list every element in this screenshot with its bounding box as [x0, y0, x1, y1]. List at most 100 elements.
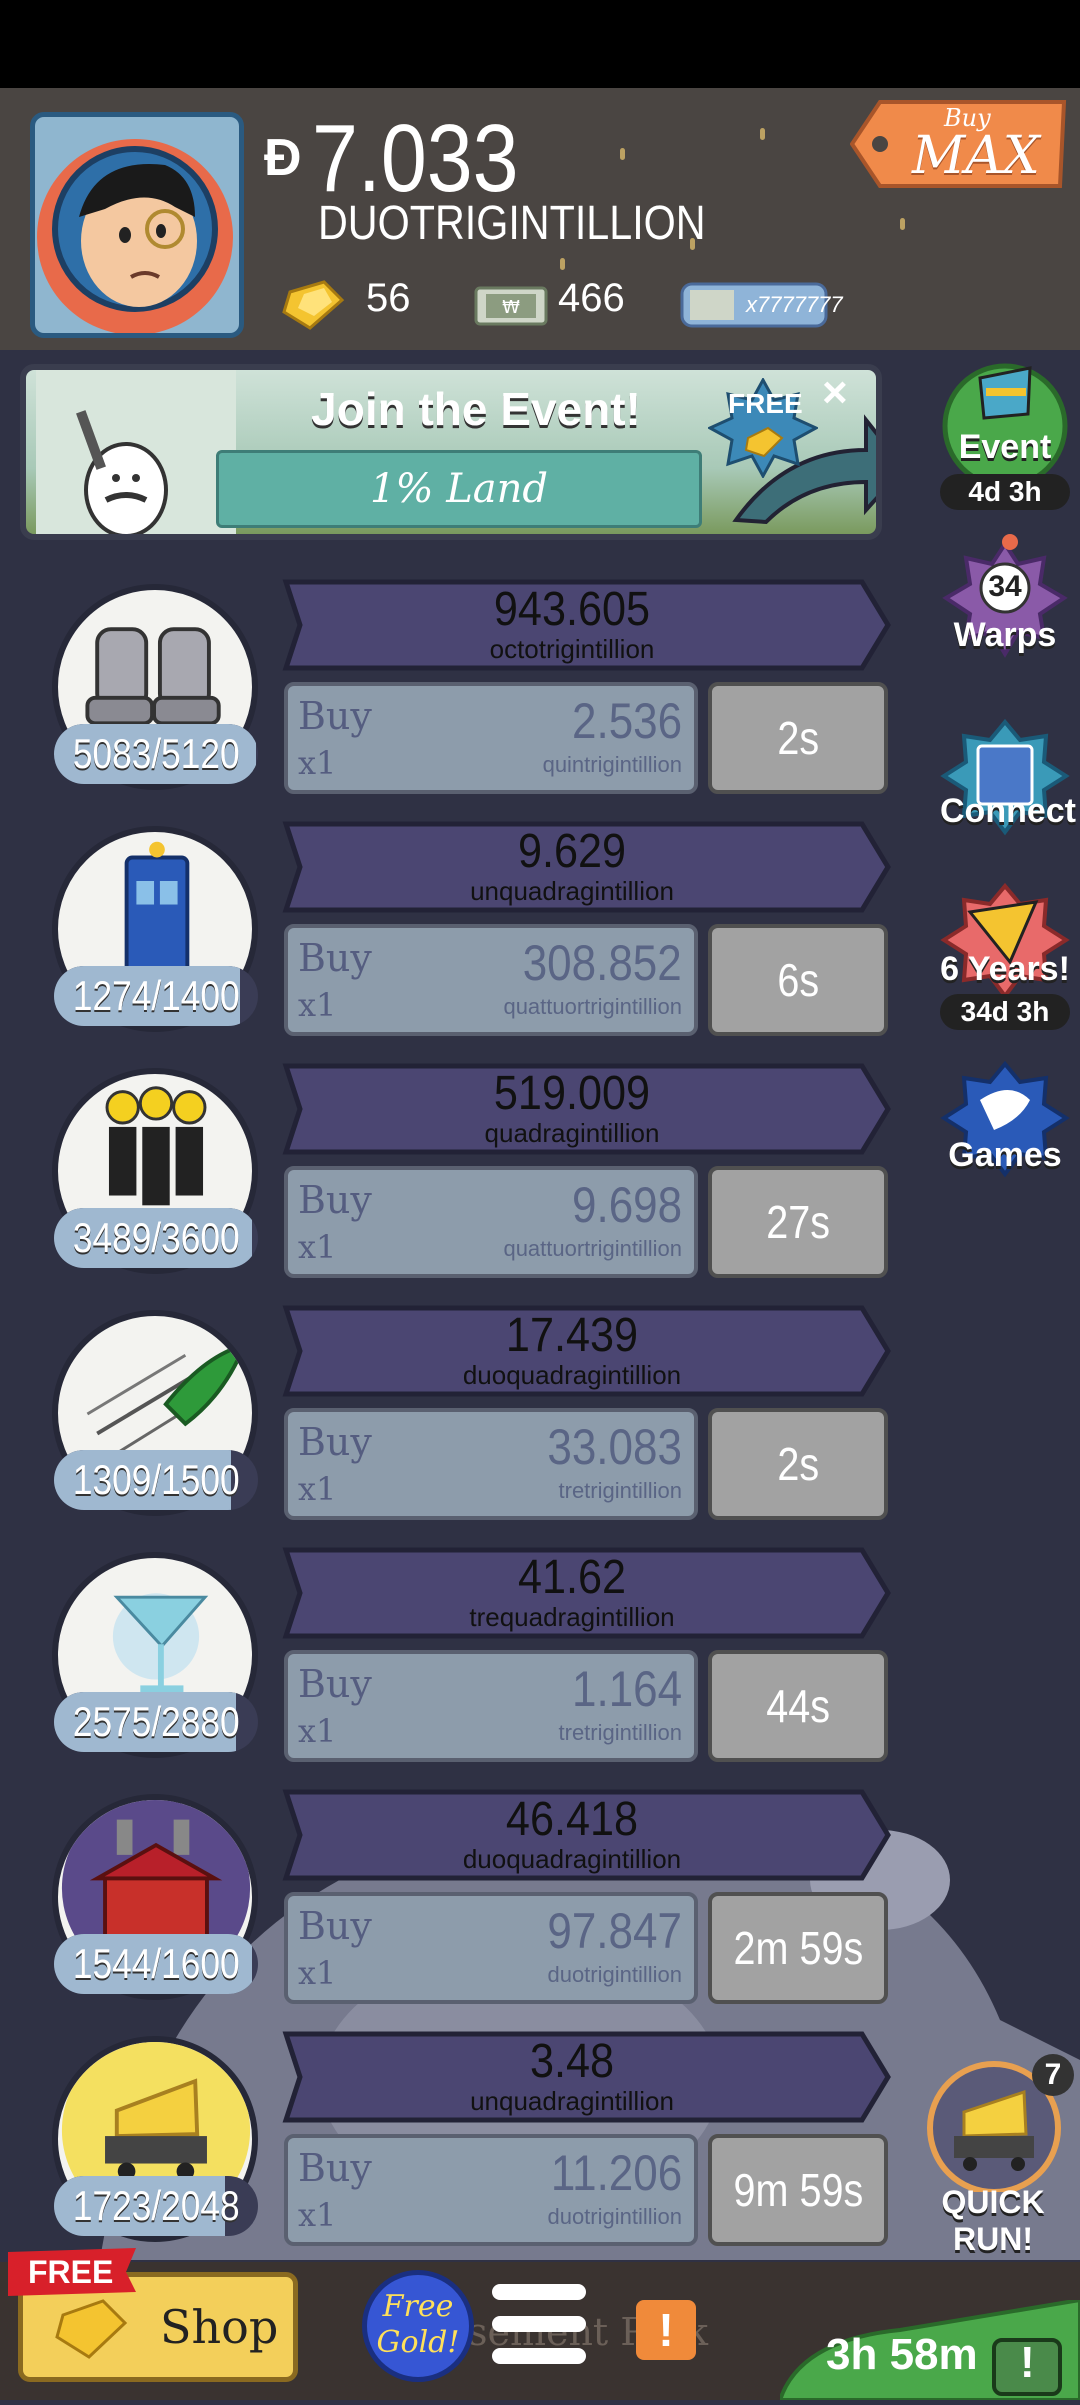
money-unit: DUOTRIGINTILLION: [318, 197, 706, 250]
event-button[interactable]: Event 4d 3h: [940, 358, 1070, 510]
buy-multiplier: x1: [298, 1712, 337, 1750]
timer-text: 3h 58m: [826, 2330, 978, 2379]
menu-icon-line: [492, 2348, 586, 2364]
alert-badge[interactable]: !: [636, 2300, 696, 2360]
event-timer: 4d 3h: [940, 474, 1070, 510]
buy-label: Buy: [298, 2146, 372, 2190]
event-close-button[interactable]: ×: [822, 368, 848, 418]
business-count: 1274/1400: [54, 966, 258, 1026]
profit-unit: trequadragintillion: [469, 1602, 675, 1632]
quick-run-badge: 7: [1032, 2054, 1074, 2096]
profit-value: 519.009: [493, 1067, 651, 1120]
svg-text:₩: ₩: [502, 297, 520, 318]
profit-unit: unquadragintillion: [470, 876, 674, 906]
buy-button[interactable]: Buy x1 2.536 quintrigintillion: [284, 682, 698, 794]
profit-unit: duoquadragintillion: [462, 1844, 682, 1874]
event-label: Event: [958, 428, 1052, 466]
event-subtitle: 1% Land: [216, 450, 702, 528]
gold-count: 56: [366, 276, 411, 320]
business-count-text: 3489/3600: [72, 1214, 240, 1261]
avatar[interactable]: [30, 112, 244, 338]
cycle-timer: 6s: [708, 924, 888, 1036]
business-count-text: 2575/2880: [72, 1698, 240, 1745]
business-count: 5083/5120: [54, 724, 258, 784]
buy-label: Buy: [298, 936, 372, 980]
buy-max-button[interactable]: Buy MAX: [849, 96, 1070, 192]
buy-button[interactable]: Buy x1 97.847 duotrigintillion: [284, 1892, 698, 2004]
free-gold-line1: Free: [382, 2289, 454, 2324]
cost-value: 308.852: [522, 935, 682, 991]
cost-value: 33.083: [547, 1419, 682, 1475]
gold-icon[interactable]: [280, 278, 350, 334]
cost-value: 1.164: [571, 1661, 682, 1717]
menu-button[interactable]: [488, 2284, 588, 2374]
cycle-timer: 2s: [708, 1408, 888, 1520]
cycle-timer: 2m 59s: [708, 1892, 888, 2004]
cost-unit: quintrigintillion: [542, 752, 682, 777]
profit-value: 9.629: [517, 825, 627, 878]
megabucks-icon[interactable]: ₩: [474, 286, 548, 326]
cycle-time: 44s: [766, 1680, 830, 1732]
event-title: Join the Event!: [311, 383, 641, 435]
cost-unit: duotrigintillion: [547, 2204, 682, 2229]
buy-label: Buy: [298, 1178, 372, 1222]
menu-icon-line: [492, 2316, 586, 2332]
business-row: 1309/1500 17.439 duoquadragintillion Buy x1 3…: [0, 1304, 1080, 1536]
free-ribbon-label: FREE: [28, 2254, 114, 2290]
cycle-timer: 2s: [708, 682, 888, 794]
buy-label: Buy: [298, 1904, 372, 1948]
cost-unit: quattuortrigintillion: [503, 1236, 682, 1261]
buy-button[interactable]: Buy x1 1.164 tretrigintillion: [284, 1650, 698, 1762]
buy-max-label: MAX: [912, 126, 1040, 186]
cycle-timer: 9m 59s: [708, 2134, 888, 2246]
buy-multiplier: x1: [298, 744, 337, 782]
megabucks-count: 466: [558, 276, 625, 320]
buy-button[interactable]: Buy x1 9.698 quattuortrigintillion: [284, 1166, 698, 1278]
buy-multiplier: x1: [298, 2196, 337, 2234]
buy-label: Buy: [298, 1420, 372, 1464]
cost-value: 97.847: [547, 1903, 682, 1959]
cost-unit: quattuortrigintillion: [503, 994, 682, 1019]
business-count-text: 5083/5120: [72, 730, 240, 777]
business-count: 1723/2048: [54, 2176, 258, 2236]
profit-unit: unquadragintillion: [470, 2086, 674, 2116]
business-count: 3489/3600: [54, 1208, 258, 1268]
cycle-time: 2s: [777, 712, 819, 764]
buy-button[interactable]: Buy x1 308.852 quattuortrigintillion: [284, 924, 698, 1036]
business-row: 3489/3600 519.009 quadragintillion Buy x1 9.6…: [0, 1062, 1080, 1294]
cost-unit: tretrigintillion: [558, 1478, 683, 1503]
profit-value: 41.62: [517, 1551, 627, 1604]
business-count: 1309/1500: [54, 1450, 258, 1510]
business-count: 2575/2880: [54, 1692, 258, 1752]
business-count-text: 1544/1600: [72, 1940, 240, 1987]
buy-label: Buy: [298, 694, 372, 738]
mascot-icon: [36, 370, 236, 534]
business-count: 1544/1600: [54, 1934, 258, 1994]
event-free-badge: FREE: [706, 376, 820, 480]
business-row: 1274/1400 9.629 unquadragintillion Buy x1 308…: [0, 820, 1080, 1052]
business-count-text: 1274/1400: [72, 972, 240, 1019]
shop-free-ribbon: FREE: [8, 2248, 136, 2296]
cycle-timer: 27s: [708, 1166, 888, 1278]
buy-button[interactable]: Buy x1 11.206 duotrigintillion: [284, 2134, 698, 2246]
business-row: 2575/2880 41.62 trequadragintillion Buy x1 1.…: [0, 1546, 1080, 1778]
profit-value: 3.48: [529, 2035, 615, 2088]
buy-button[interactable]: Buy x1 33.083 tretrigintillion: [284, 1408, 698, 1520]
free-label: FREE: [728, 388, 803, 419]
tv-alert: !: [1020, 2338, 1035, 2387]
menu-icon: [492, 2284, 586, 2300]
event-hat-icon: [942, 363, 1068, 489]
megaticket[interactable]: x7777777: [680, 280, 843, 330]
cycle-time: 2s: [777, 1438, 819, 1490]
profit-unit: quadragintillion: [484, 1118, 660, 1148]
free-gold-button[interactable]: Free Gold!: [362, 2270, 474, 2382]
megaticket-label: x7777777: [746, 292, 843, 317]
shop-gold-icon: [55, 2299, 128, 2359]
cost-value: 11.206: [550, 2145, 682, 2201]
cycle-time: 6s: [777, 954, 819, 1006]
cost-unit: tretrigintillion: [558, 1720, 683, 1745]
buy-multiplier: x1: [298, 1954, 337, 1992]
cycle-time: 2m 59s: [733, 1922, 863, 1974]
profit-value: 46.418: [505, 1793, 639, 1846]
cycle-timer: 44s: [708, 1650, 888, 1762]
